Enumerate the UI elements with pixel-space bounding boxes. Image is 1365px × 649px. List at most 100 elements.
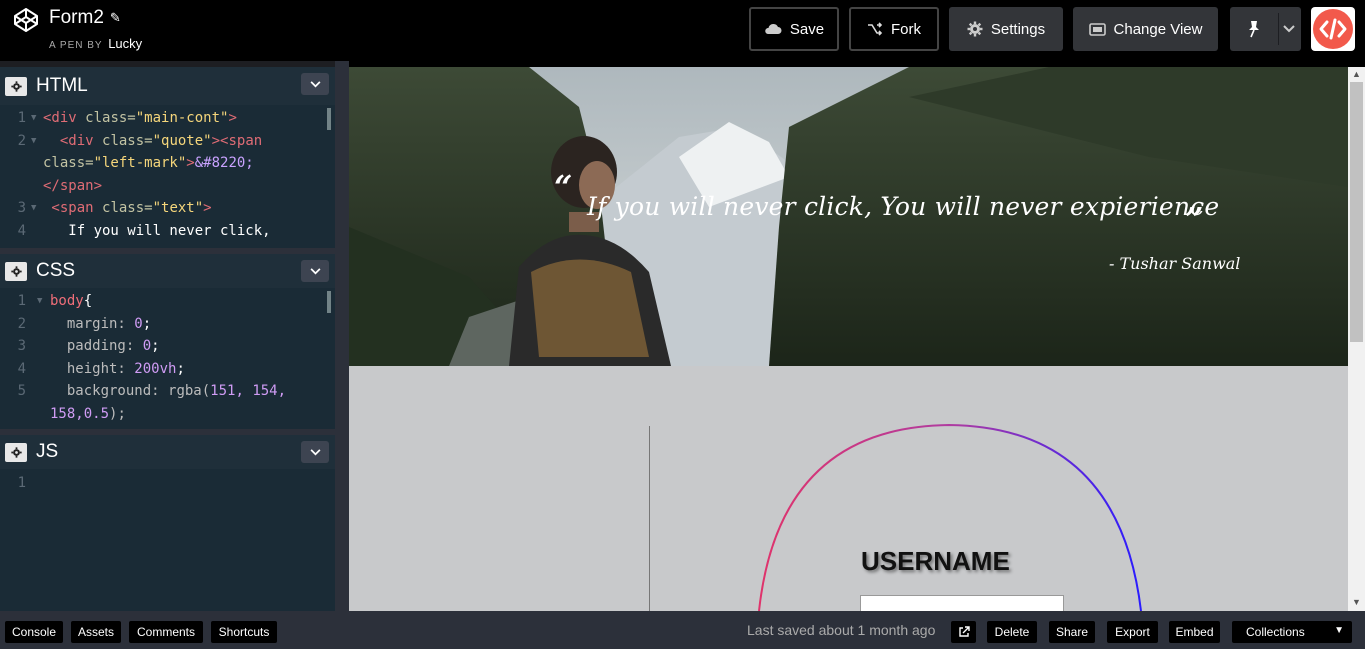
export-button[interactable]: Export xyxy=(1107,621,1158,643)
code-text: height: 200vh; xyxy=(50,360,185,377)
fold-arrow-icon[interactable]: ▼ xyxy=(31,197,36,220)
code-line: 2 margin: 0; xyxy=(0,313,335,336)
fold-arrow-icon[interactable]: ▼ xyxy=(31,130,36,153)
cloud-icon xyxy=(765,23,782,34)
code-text: <span class="text"> xyxy=(43,200,212,216)
html-panel-header: HTML xyxy=(0,67,335,105)
last-saved-status: Last saved about 1 month ago xyxy=(747,622,936,638)
code-line: 4 height: 200vh; xyxy=(0,358,335,381)
caret-down-icon: ▼ xyxy=(1334,625,1344,636)
collections-dropdown[interactable]: Collections ▼ xyxy=(1232,621,1352,643)
code-text: body{ xyxy=(50,293,93,309)
form-arc-outline xyxy=(758,423,1142,611)
pin-divider xyxy=(1278,13,1279,45)
shortcuts-button[interactable]: Shortcuts xyxy=(211,621,277,643)
js-code-area[interactable]: 1 xyxy=(0,469,335,611)
fold-arrow-icon[interactable]: ▼ xyxy=(37,290,42,313)
external-link-icon xyxy=(958,626,970,637)
fold-arrow-icon[interactable]: ▼ xyxy=(31,107,36,130)
js-settings-gear-icon[interactable] xyxy=(5,442,27,462)
pin-button[interactable] xyxy=(1230,7,1301,51)
code-text: class="left-mark">&#8220; xyxy=(43,155,254,171)
code-line: 158,0.5); xyxy=(0,403,335,426)
code-icon xyxy=(1319,18,1347,40)
line-number: 3 xyxy=(17,338,26,354)
fork-icon xyxy=(868,22,883,36)
js-panel-menu-chevron-icon[interactable] xyxy=(301,441,329,463)
code-line: 1 ▼ <div class="main-cont"> xyxy=(0,107,335,130)
share-button[interactable]: Share xyxy=(1049,621,1095,643)
window-icon xyxy=(1088,22,1106,36)
collections-label: Collections xyxy=(1246,625,1305,639)
html-code-area[interactable]: 1 ▼ <div class="main-cont"> 2 ▼ <div class=… xyxy=(0,105,335,248)
code-line: 5 background: rgba(151, 154, xyxy=(0,380,335,403)
pen-by-prefix: A PEN BY xyxy=(49,40,103,51)
save-button[interactable]: Save xyxy=(749,7,839,51)
css-panel-header: CSS xyxy=(0,248,335,288)
save-label: Save xyxy=(789,20,825,38)
fork-button[interactable]: Fork xyxy=(849,7,939,51)
preview-scrollbar[interactable]: ▲ ▼ xyxy=(1348,67,1365,611)
html-settings-gear-icon[interactable] xyxy=(5,76,27,96)
gear-icon xyxy=(967,21,983,37)
header-bar: Form2 ✎ A PEN BY Lucky Save Fork Setting… xyxy=(0,0,1365,61)
code-text: <div class="quote"><span xyxy=(43,132,263,149)
css-panel-menu-chevron-icon[interactable] xyxy=(301,260,329,282)
css-scrollbar[interactable] xyxy=(327,291,331,313)
scrollbar-thumb[interactable] xyxy=(1350,82,1363,342)
code-line: 2 ▼ <div class="quote"><span xyxy=(0,130,335,153)
css-panel-title: CSS xyxy=(36,260,76,281)
css-settings-gear-icon[interactable] xyxy=(5,261,27,281)
open-external-button[interactable] xyxy=(951,621,976,643)
pin-icon xyxy=(1249,21,1259,38)
code-line: 3 padding: 0; xyxy=(0,335,335,358)
line-number: 1 xyxy=(17,110,26,126)
change-view-label: Change View xyxy=(1113,20,1203,38)
code-line: 1 xyxy=(0,472,335,495)
code-text: background: rgba(151, 154, xyxy=(50,383,287,399)
css-code-area[interactable]: 1 ▼ body{ 2 margin: 0; 3 padding: 0; 4 hei… xyxy=(0,288,335,429)
preview-frame[interactable]: “ If you will never click, You will neve… xyxy=(349,67,1348,611)
avatar-circle xyxy=(1313,9,1353,49)
username-label: USERNAME xyxy=(861,546,1010,576)
footer-bar: Console Assets Comments Shortcuts Last s… xyxy=(0,611,1365,649)
pencil-icon[interactable]: ✎ xyxy=(110,10,121,26)
code-line: </span> xyxy=(0,175,335,198)
line-number: 2 xyxy=(17,315,26,332)
code-text: If you will never click, xyxy=(43,222,271,239)
code-line: 3 ▼ <span class="text"> xyxy=(0,197,335,220)
username-input[interactable] xyxy=(860,595,1064,611)
line-number: 3 xyxy=(17,200,26,216)
code-text: </span> xyxy=(43,177,103,194)
code-text: 158,0.5); xyxy=(50,405,126,422)
code-line: class="left-mark">&#8220; xyxy=(0,152,335,175)
fork-label: Fork xyxy=(891,20,921,38)
change-view-button[interactable]: Change View xyxy=(1073,7,1218,51)
html-panel-menu-chevron-icon[interactable] xyxy=(301,73,329,95)
pen-title-text: Form2 xyxy=(49,7,104,28)
code-line: 1 ▼ body{ xyxy=(0,290,335,313)
console-button[interactable]: Console xyxy=(5,621,63,643)
embed-button[interactable]: Embed xyxy=(1169,621,1220,643)
editor-resize-gutter[interactable] xyxy=(335,61,349,611)
delete-button[interactable]: Delete xyxy=(987,621,1037,643)
comments-button[interactable]: Comments xyxy=(129,621,203,643)
code-text: <div class="main-cont"> xyxy=(43,110,237,126)
codepen-logo-icon[interactable] xyxy=(12,6,40,34)
html-scrollbar[interactable] xyxy=(327,108,331,130)
scroll-down-arrow-icon[interactable]: ▼ xyxy=(1352,597,1361,607)
settings-label: Settings xyxy=(990,20,1046,38)
user-avatar[interactable] xyxy=(1311,7,1355,51)
pen-title[interactable]: Form2 ✎ xyxy=(49,7,121,29)
html-panel-title: HTML xyxy=(36,75,88,96)
scroll-up-arrow-icon[interactable]: ▲ xyxy=(1352,69,1361,79)
line-number: 2 xyxy=(17,132,26,149)
js-panel-header: JS xyxy=(0,429,335,469)
settings-button[interactable]: Settings xyxy=(949,7,1063,51)
pen-byline: A PEN BY Lucky xyxy=(49,36,142,51)
chevron-down-icon[interactable] xyxy=(1283,25,1295,33)
code-text: padding: 0; xyxy=(50,338,160,354)
line-number: 1 xyxy=(17,475,26,491)
assets-button[interactable]: Assets xyxy=(71,621,121,643)
author-link[interactable]: Lucky xyxy=(108,36,142,51)
